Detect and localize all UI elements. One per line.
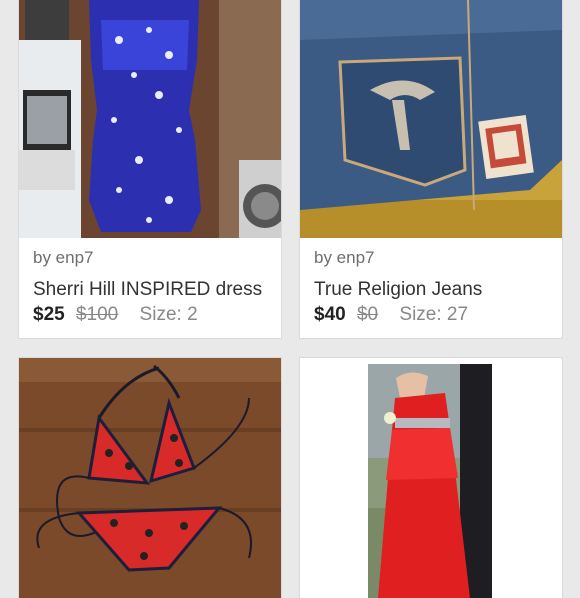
listing-photo-2[interactable] [300,0,562,238]
listing-price: $25 [33,304,65,325]
listing-card-4[interactable] [300,358,562,598]
listing-photo-3[interactable] [19,358,281,598]
price-row: $40 $0 Size: 27 [314,304,468,326]
listing-title[interactable]: True Religion Jeans [314,279,482,301]
listing-photo-1[interactable] [19,0,281,238]
listing-info-2: by enp7 True Religion Jeans $40 $0 Size:… [300,238,562,338]
original-price: $100 [75,304,119,325]
listing-card-3[interactable] [19,358,281,598]
seller-name[interactable]: by enp7 [33,248,94,268]
listing-photo-4[interactable] [300,358,562,598]
listing-title[interactable]: Sherri Hill INSPIRED dress [33,279,262,301]
listing-card-1[interactable]: by enp7 Sherri Hill INSPIRED dress $25 $… [19,0,281,338]
price-row: $25 $100 Size: 2 [33,304,198,326]
listing-size: Size: 2 [139,304,198,325]
listing-price: $40 [314,304,346,325]
listing-card-2[interactable]: by enp7 True Religion Jeans $40 $0 Size:… [300,0,562,338]
seller-name[interactable]: by enp7 [314,248,375,268]
original-price: $0 [356,304,379,325]
listing-info-1: by enp7 Sherri Hill INSPIRED dress $25 $… [19,238,281,338]
listing-size: Size: 27 [399,304,469,325]
